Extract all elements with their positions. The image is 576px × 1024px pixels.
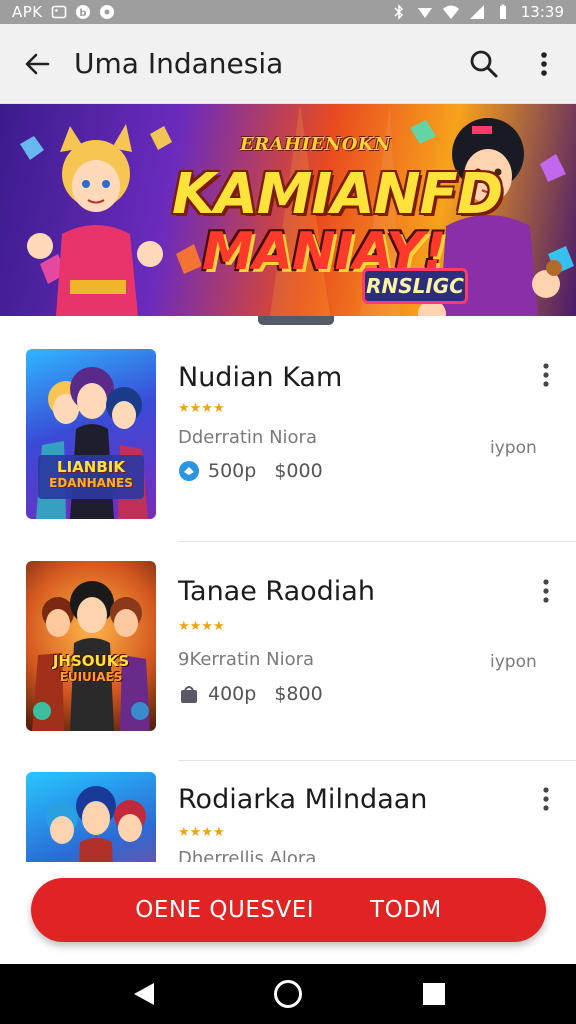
- thumbnail-title-line1: LIANBIK: [57, 458, 125, 476]
- image-icon: [51, 5, 66, 19]
- currency-icon: [179, 461, 199, 481]
- game-title: Nudian Kam: [178, 362, 343, 393]
- square-recents-icon: [423, 983, 445, 1005]
- game-thumbnail-art: [32, 581, 150, 731]
- more-vert-icon: [543, 363, 549, 387]
- status-apk-label: APK: [12, 3, 43, 21]
- price-row: 400p $800: [178, 683, 323, 705]
- system-navigation-bar: [0, 964, 576, 1024]
- list-item[interactable]: LIANBIK EDANHANES Nudian Kam ★★★★ Dderra…: [0, 340, 576, 540]
- svg-text:b: b: [79, 8, 86, 19]
- price-row: 500p $000: [178, 460, 323, 482]
- price-secondary: $800: [274, 683, 323, 705]
- rating-stars: ★★★★: [178, 618, 225, 633]
- more-vert-icon: [543, 787, 549, 811]
- more-vert-icon: [543, 579, 549, 603]
- thumbnail-title-line2: EDANHANES: [49, 476, 133, 490]
- game-thumbnail: JHSOUKS EUIUIAES: [26, 561, 156, 731]
- game-thumbnail: [26, 772, 156, 862]
- price-primary: 500p: [208, 460, 257, 482]
- app-bar: Uma Indanesia: [0, 24, 576, 104]
- back-button[interactable]: [0, 24, 74, 104]
- nav-back-button[interactable]: [114, 974, 174, 1014]
- rating-stars: ★★★★: [178, 824, 225, 839]
- overflow-menu-button[interactable]: [524, 42, 564, 86]
- game-title: Tanae Raodiah: [178, 576, 375, 607]
- banner-subtitle: ERAHIENOKN: [240, 134, 392, 155]
- item-overflow-button[interactable]: [534, 360, 558, 390]
- arrow-left-icon: [25, 53, 50, 74]
- primary-action-button[interactable]: OENE QUESVEI TODM: [31, 878, 546, 942]
- developer-name: Dderratin Niora: [178, 427, 317, 448]
- bag-icon: [181, 686, 197, 703]
- item-overflow-button[interactable]: [534, 784, 558, 814]
- primary-action-secondary-label: TODM: [370, 897, 442, 923]
- banner-headline-line1: KAMIANFD: [172, 162, 503, 227]
- app-notification-icon: b: [75, 5, 90, 19]
- developer-name: Dherrellis Alora: [178, 848, 317, 862]
- rating-stars: ★★★★: [178, 400, 225, 415]
- search-button[interactable]: [462, 42, 506, 86]
- more-vert-icon: [541, 52, 547, 76]
- cell-signal-icon: [469, 5, 484, 19]
- promo-banner[interactable]: ERAHIENOKN KAMIANFD MANIAY! RNSLIGC: [0, 104, 576, 316]
- developer-name: 9Kerratin Niora: [178, 649, 315, 670]
- bluetooth-icon: [394, 4, 403, 20]
- circle-home-icon: [274, 980, 302, 1008]
- thumbnail-title-line1: JHSOUKS: [52, 652, 130, 670]
- list-item[interactable]: JHSOUKS EUIUIAES Tanae Raodiah ★★★★ 9Ker…: [0, 552, 576, 752]
- list-item[interactable]: Rodiarka Milndaan ★★★★ Dherrellis Alora: [0, 770, 576, 862]
- nav-home-button[interactable]: [258, 974, 318, 1014]
- wifi-icon: [442, 5, 459, 19]
- game-type: iypon: [490, 438, 537, 458]
- list-divider: [178, 760, 576, 761]
- banner-character-left: [27, 124, 163, 316]
- status-time: 13:39: [520, 3, 564, 21]
- game-thumbnail: LIANBIK EDANHANES: [26, 349, 156, 519]
- signal-icon: [417, 8, 432, 18]
- search-icon: [470, 50, 498, 78]
- battery-icon: [499, 4, 506, 19]
- page-title: Uma Indanesia: [74, 47, 284, 80]
- game-title: Rodiarka Milndaan: [178, 784, 428, 815]
- compass-icon: [99, 5, 114, 19]
- item-overflow-button[interactable]: [534, 576, 558, 606]
- triangle-back-icon: [134, 983, 154, 1005]
- game-type: iypon: [490, 652, 537, 672]
- thumbnail-title: JHSOUKS EUIUIAES: [36, 653, 146, 685]
- list-divider: [178, 541, 576, 542]
- thumbnail-title: LIANBIK EDANHANES: [40, 459, 142, 491]
- bottom-action-area: OENE QUESVEI TODM: [0, 862, 576, 964]
- game-thumbnail-art: [46, 786, 146, 862]
- banner-badge[interactable]: RNSLIGC: [362, 268, 468, 304]
- price-secondary: $000: [274, 460, 323, 482]
- primary-action-label: OENE QUESVEI: [135, 897, 315, 923]
- banner-page-indicator: [258, 316, 334, 325]
- game-thumbnail-art: [36, 367, 148, 519]
- price-primary: 400p: [208, 683, 257, 705]
- thumbnail-title-line2: EUIUIAES: [59, 670, 123, 684]
- status-bar: APK b 13:39: [0, 0, 576, 24]
- nav-recents-button[interactable]: [404, 974, 464, 1014]
